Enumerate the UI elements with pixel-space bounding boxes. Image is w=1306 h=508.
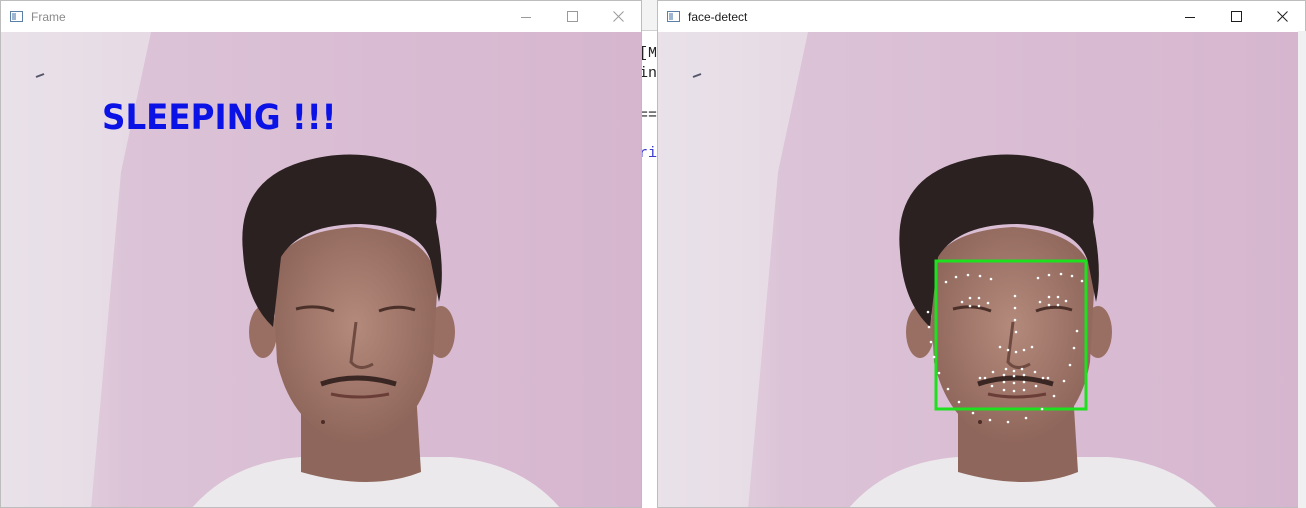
landmark-point bbox=[1014, 330, 1018, 334]
landmark-point bbox=[1038, 300, 1042, 304]
console-line: in bbox=[642, 65, 657, 82]
landmark-point bbox=[1068, 363, 1072, 367]
landmark-point bbox=[968, 304, 972, 308]
landmark-point bbox=[986, 301, 990, 305]
console-line: == bbox=[642, 107, 657, 124]
landmark-point bbox=[978, 274, 982, 278]
face-detect-titlebar[interactable]: face-detect bbox=[658, 1, 1305, 32]
landmark-point bbox=[998, 345, 1002, 349]
landmark-point bbox=[978, 376, 982, 380]
minimize-icon bbox=[1185, 16, 1195, 18]
landmark-point bbox=[1080, 279, 1084, 283]
landmark-point bbox=[1020, 367, 1024, 371]
window-app-icon bbox=[10, 11, 23, 22]
face-detect-window[interactable]: face-detect bbox=[657, 0, 1306, 508]
landmark-point bbox=[1072, 346, 1076, 350]
console-line: ri bbox=[642, 145, 657, 162]
landmark-point bbox=[1013, 306, 1017, 310]
landmark-point bbox=[1047, 295, 1051, 299]
landmark-point bbox=[977, 296, 981, 300]
window-title: face-detect bbox=[688, 9, 748, 24]
landmark-point bbox=[1040, 407, 1044, 411]
sleeping-alert-text: SLEEPING !!! bbox=[102, 98, 337, 138]
landmark-point bbox=[1022, 373, 1026, 377]
frame-titlebar[interactable]: Frame bbox=[1, 1, 641, 32]
landmark-point bbox=[1002, 380, 1006, 384]
background-scroll-area bbox=[1298, 31, 1306, 508]
landmark-point bbox=[1056, 303, 1060, 307]
minimize-button[interactable] bbox=[1167, 1, 1213, 32]
landmark-point bbox=[1014, 350, 1018, 354]
landmark-point bbox=[1013, 294, 1017, 298]
landmark-point bbox=[1012, 381, 1016, 385]
landmark-point bbox=[1070, 274, 1074, 278]
close-button[interactable] bbox=[595, 1, 641, 32]
landmark-point bbox=[1052, 394, 1056, 398]
landmark-point bbox=[1002, 373, 1006, 377]
landmark-point bbox=[954, 275, 958, 279]
console-titlebar bbox=[642, 0, 657, 31]
landmark-point bbox=[991, 370, 995, 374]
window-app-icon bbox=[667, 11, 680, 22]
landmark-point bbox=[1062, 379, 1066, 383]
frame-window[interactable]: Frame SLEEPING !!! bbox=[0, 0, 642, 508]
landmark-point bbox=[977, 304, 981, 308]
landmark-point bbox=[1004, 367, 1008, 371]
landmark-point bbox=[971, 411, 975, 415]
landmark-point bbox=[1022, 348, 1026, 352]
maximize-button[interactable] bbox=[549, 1, 595, 32]
landmark-point bbox=[1022, 380, 1026, 384]
landmark-point bbox=[957, 400, 961, 404]
landmark-point bbox=[1006, 348, 1010, 352]
landmark-point bbox=[1012, 369, 1016, 373]
landmark-point bbox=[1022, 388, 1026, 392]
landmark-point bbox=[926, 310, 930, 314]
landmark-point bbox=[968, 296, 972, 300]
landmark-point bbox=[1056, 295, 1060, 299]
landmark-point bbox=[1041, 376, 1045, 380]
landmark-point bbox=[1047, 273, 1051, 277]
window-title: Frame bbox=[31, 9, 66, 24]
landmark-point bbox=[1024, 416, 1028, 420]
landmark-point bbox=[988, 418, 992, 422]
close-button[interactable] bbox=[1259, 1, 1305, 32]
webcam-image bbox=[658, 32, 1305, 507]
landmark-point bbox=[927, 325, 931, 329]
maximize-button[interactable] bbox=[1213, 1, 1259, 32]
console-line: [M bbox=[642, 45, 657, 62]
landmark-point bbox=[1046, 376, 1050, 380]
landmark-point bbox=[983, 376, 987, 380]
landmark-point bbox=[960, 300, 964, 304]
landmark-point bbox=[1064, 299, 1068, 303]
landmark-point bbox=[1002, 388, 1006, 392]
landmark-point bbox=[1013, 318, 1017, 322]
landmark-point bbox=[966, 273, 970, 277]
landmark-point bbox=[946, 387, 950, 391]
landmark-point bbox=[1012, 389, 1016, 393]
landmark-point bbox=[932, 355, 936, 359]
landmark-point bbox=[989, 277, 993, 281]
landmark-point bbox=[1036, 276, 1040, 280]
landmark-point bbox=[929, 340, 933, 344]
maximize-icon bbox=[1230, 11, 1242, 22]
landmark-point bbox=[1075, 329, 1079, 333]
landmark-point bbox=[937, 371, 941, 375]
close-icon bbox=[1276, 11, 1288, 22]
landmark-point bbox=[1012, 374, 1016, 378]
landmark-point bbox=[1006, 420, 1010, 424]
minimize-icon bbox=[521, 16, 531, 18]
camera-frame: SLEEPING !!! bbox=[1, 32, 641, 507]
console-output: [M in == ri bbox=[642, 31, 657, 508]
landmark-point bbox=[1047, 303, 1051, 307]
close-icon bbox=[612, 11, 624, 22]
camera-frame bbox=[658, 32, 1305, 507]
minimize-button[interactable] bbox=[503, 1, 549, 32]
landmark-point bbox=[990, 384, 994, 388]
landmark-point bbox=[1033, 370, 1037, 374]
maximize-icon bbox=[566, 11, 578, 22]
landmark-point bbox=[1030, 345, 1034, 349]
landmark-point bbox=[1034, 384, 1038, 388]
landmark-point bbox=[1059, 272, 1063, 276]
landmark-point bbox=[944, 280, 948, 284]
